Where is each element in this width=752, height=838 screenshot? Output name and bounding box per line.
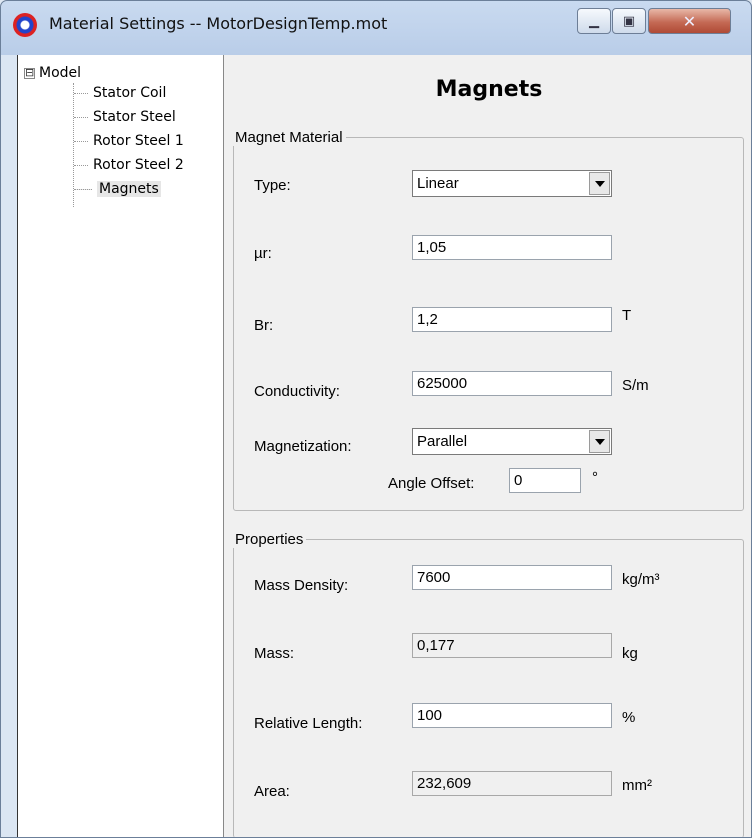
tree-item-magnets[interactable]: Magnets (74, 181, 161, 197)
conductivity-input[interactable]: 625000 (412, 371, 612, 396)
close-button[interactable]: ✕ (648, 8, 731, 34)
magnetization-label: Magnetization: (254, 438, 352, 455)
title-bar[interactable]: Material Settings -- MotorDesignTemp.mot… (1, 1, 751, 49)
tree-root-label[interactable]: Model (39, 65, 81, 81)
mass-density-unit: kg/m³ (622, 571, 660, 588)
mass-unit: kg (622, 645, 638, 662)
minimize-icon: ▁ (589, 13, 599, 29)
mass-readonly-field: 0,177 (412, 633, 612, 658)
type-dropdown[interactable]: Linear (412, 170, 612, 197)
angle-offset-input[interactable]: 0 (509, 468, 581, 493)
br-label: Br: (254, 317, 274, 334)
area-label: Area: (254, 783, 290, 800)
model-tree[interactable]: ⊟ Model Stator Coil Stator Steel Rotor S… (18, 55, 224, 837)
conductivity-label: Conductivity: (254, 383, 340, 400)
mass-label: Mass: (254, 645, 295, 662)
tree-item-rotor-steel-1[interactable]: Rotor Steel 1 (74, 133, 184, 149)
settings-panel: Magnets Magnet Material Type: Linear µr:… (224, 55, 751, 837)
maximize-button[interactable]: ▣ (612, 8, 646, 34)
tree-item-stator-steel[interactable]: Stator Steel (74, 109, 176, 125)
mur-label: µr: (254, 245, 272, 262)
window-title: Material Settings -- MotorDesignTemp.mot (49, 14, 388, 33)
properties-legend: Properties (235, 531, 304, 548)
tree-item-stator-coil[interactable]: Stator Coil (74, 85, 166, 101)
conductivity-unit: S/m (622, 377, 649, 394)
chevron-down-icon[interactable] (589, 430, 610, 453)
area-readonly-field: 232,609 (412, 771, 612, 796)
maximize-icon: ▣ (622, 13, 636, 29)
type-label: Type: (254, 177, 291, 194)
magnetization-dropdown[interactable]: Parallel (412, 428, 612, 455)
material-settings-window: Material Settings -- MotorDesignTemp.mot… (0, 0, 752, 838)
angle-offset-label: Angle Offset: (388, 475, 475, 492)
type-value: Linear (417, 175, 459, 192)
panel-title: Magnets (435, 77, 543, 102)
minimize-button[interactable]: ▁ (577, 8, 611, 34)
magnet-material-legend: Magnet Material (235, 129, 343, 146)
relative-length-unit: % (622, 709, 636, 726)
angle-offset-unit: ° (592, 469, 598, 486)
app-icon (13, 13, 37, 37)
close-icon: ✕ (682, 11, 697, 31)
mur-input[interactable]: 1,05 (412, 235, 612, 260)
area-unit: mm² (622, 777, 652, 794)
mass-density-input[interactable]: 7600 (412, 565, 612, 590)
br-unit: T (622, 307, 632, 324)
relative-length-input[interactable]: 100 (412, 703, 612, 728)
mass-density-label: Mass Density: (254, 577, 349, 594)
relative-length-label: Relative Length: (254, 715, 363, 732)
chevron-down-icon[interactable] (589, 172, 610, 195)
magnetization-value: Parallel (417, 433, 468, 450)
collapse-icon[interactable]: ⊟ (24, 67, 35, 79)
dialog-client: ⊟ Model Stator Coil Stator Steel Rotor S… (17, 55, 751, 837)
tree-item-rotor-steel-2[interactable]: Rotor Steel 2 (74, 157, 184, 173)
br-input[interactable]: 1,2 (412, 307, 612, 332)
tree-root[interactable]: ⊟ Model (24, 65, 81, 81)
